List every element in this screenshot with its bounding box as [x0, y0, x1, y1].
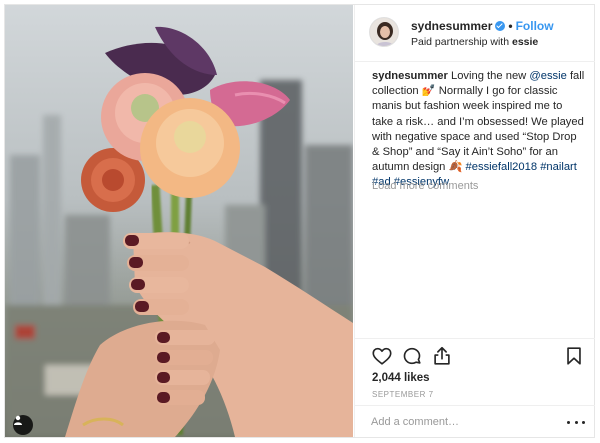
hashtag-link[interactable]: #essiefall2018	[466, 161, 538, 173]
caption-text-2: fall collection 💅 Normally I go for clas…	[372, 70, 585, 174]
heart-icon[interactable]	[371, 345, 393, 367]
post-actions: 2,044 likes SEPTEMBER 7	[355, 338, 595, 438]
post-date: SEPTEMBER 7	[372, 390, 434, 399]
bookmark-icon[interactable]	[563, 345, 585, 367]
header-username-line: sydnesummer • Follow	[411, 19, 554, 33]
partnership-label: Paid partnership with	[411, 36, 510, 48]
paid-partnership-line: Paid partnership with essie	[411, 36, 538, 48]
hashtag-link[interactable]: #nailart	[540, 161, 577, 173]
verified-badge-icon	[495, 21, 506, 31]
add-comment-input[interactable]	[371, 412, 551, 432]
likes-count[interactable]: 2,044 likes	[372, 372, 430, 384]
photo-illustration	[5, 5, 353, 437]
instagram-post: sydnesummer • Follow Paid partnership with…	[4, 4, 595, 438]
caption-mention[interactable]: @essie	[529, 70, 566, 82]
caption-username[interactable]: sydnesummer	[372, 70, 448, 82]
caption-text-1: Loving the new	[450, 70, 527, 82]
more-options-icon[interactable]	[567, 414, 585, 430]
post-header: sydnesummer • Follow Paid partnership with…	[355, 5, 595, 62]
load-more-comments-button[interactable]: Load more comments	[372, 180, 478, 192]
avatar[interactable]	[369, 17, 399, 47]
post-sidebar: sydnesummer • Follow Paid partnership with…	[354, 5, 595, 437]
comment-icon[interactable]	[401, 345, 423, 367]
follow-button[interactable]: Follow	[516, 19, 554, 33]
separator-dot: •	[508, 19, 513, 33]
partnership-brand-link[interactable]: essie	[512, 36, 538, 48]
comment-bar	[355, 405, 595, 439]
tagged-people-icon[interactable]	[13, 415, 33, 435]
share-icon[interactable]	[431, 345, 453, 367]
header-username[interactable]: sydnesummer	[411, 19, 492, 33]
post-caption: sydnesummer Loving the new @essie fall c…	[372, 69, 586, 191]
post-photo[interactable]	[5, 5, 353, 437]
